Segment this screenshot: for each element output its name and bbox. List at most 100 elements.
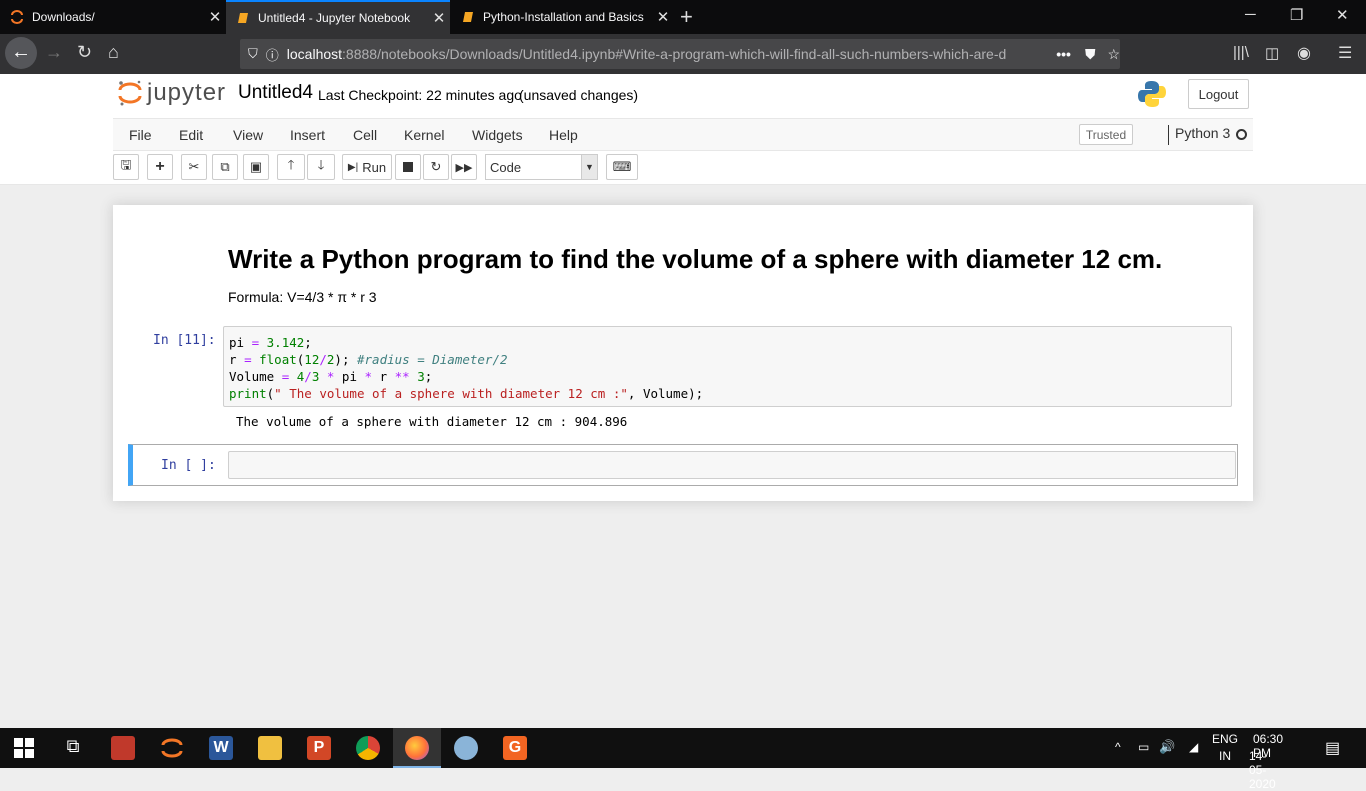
unsaved-status: (unsaved changes) [519,87,639,103]
logout-button[interactable]: Logout [1188,79,1249,109]
jupyter-icon [10,10,24,24]
move-down-button[interactable]: 🡓 [307,154,335,180]
chevron-up-icon[interactable]: ^ [1115,740,1121,754]
sidebar-icon[interactable]: ◫ [1265,44,1279,62]
url-path: :8888/notebooks/Downloads/Untitled4.ipyn… [342,46,1007,62]
fast-forward-icon: ▶▶ [455,161,473,174]
code-cell-input[interactable]: pi = 3.142; r = float(12/2); #radius = D… [223,326,1232,407]
kernel-idle-icon [1236,129,1247,140]
run-label: Run [362,159,387,175]
notebook-container: Write a Python program to find the volum… [113,205,1253,501]
cut-button[interactable]: ✂ [181,154,207,180]
browser-nav-bar: ← → ↻ ⌂ ⛉ ⓘ localhost :8888/notebooks/Do… [0,34,1366,74]
menu-icon[interactable]: ☰ [1338,43,1352,63]
menu-help[interactable]: Help [549,127,578,143]
trusted-button[interactable]: Trusted [1079,124,1133,145]
close-tab-icon[interactable]: ✕ [204,8,226,26]
shield-icon: ⛉ [248,46,258,61]
restart-button[interactable]: ↻ [423,154,449,180]
minimize-icon[interactable]: ─ [1245,6,1256,23]
new-tab-icon[interactable]: + [680,4,693,30]
language-top[interactable]: ENG [1212,732,1238,746]
restart-run-all-button[interactable]: ▶▶ [451,154,477,180]
keyboard-icon: ⌨ [612,159,632,174]
code-line: Volume = 4/3 * pi * r ** 3; [229,369,433,384]
jupyter-logo[interactable]: jupyter [117,79,226,107]
selected-code-cell[interactable]: In [ ]: [128,444,1238,486]
windows-taskbar: ⧉ W P G ^ ▭ 🔊 ◢ ENG IN 06:30 PM 14-05-20… [0,728,1366,791]
account-icon[interactable]: ◉ [1297,43,1311,63]
language-bottom[interactable]: IN [1219,749,1231,763]
notebook-name[interactable]: Untitled4 [238,82,313,104]
kernel-name[interactable]: Python 3 [1168,125,1230,145]
page-actions-icon[interactable]: ••• [1056,46,1071,62]
copy-button[interactable]: ⧉ [212,154,238,180]
menu-widgets[interactable]: Widgets [472,127,523,143]
chevron-down-icon: ▼ [581,155,597,179]
code-line: print(" The volume of a sphere with diam… [229,386,704,401]
url-bar[interactable]: ⛉ ⓘ localhost :8888/notebooks/Downloads/… [240,39,1120,69]
file-explorer-icon[interactable] [258,736,282,760]
menu-view[interactable]: View [233,127,263,143]
paste-button[interactable]: ▣ [243,154,269,180]
browser-tab-bar: Downloads/ ✕ Untitled4 - Jupyter Noteboo… [0,0,1366,34]
input-prompt: In [ ]: [161,458,216,473]
app-icon-1[interactable] [111,736,135,760]
tab-title: Downloads/ [32,10,95,24]
code-line: r = float(12/2); #radius = Diameter/2 [229,352,508,367]
tab-downloads[interactable]: Downloads/ ✕ [0,0,226,34]
library-icon[interactable]: |||\ [1233,44,1249,61]
close-tab-icon[interactable]: ✕ [652,8,674,26]
firefox-icon[interactable] [405,736,429,760]
menu-edit[interactable]: Edit [179,127,203,143]
app-icon-2[interactable] [454,736,478,760]
word-icon[interactable]: W [209,736,233,760]
arrow-up-icon: 🡑 [287,157,295,172]
volume-icon[interactable]: 🔊 [1159,739,1175,755]
menu-file[interactable]: File [129,127,152,143]
menu-cell[interactable]: Cell [353,127,377,143]
code-cell-input[interactable] [228,451,1236,479]
restore-icon[interactable]: ❐ [1290,6,1303,24]
arrow-down-icon: 🡓 [317,157,325,172]
bookmark-star-icon[interactable]: ☆ [1107,46,1120,63]
close-tab-icon[interactable]: ✕ [428,9,450,27]
app-icon-3[interactable]: G [503,736,527,760]
powerpoint-icon[interactable]: P [307,736,331,760]
menu-bar: File Edit View Insert Cell Kernel Widget… [113,118,1253,151]
back-icon[interactable]: ← [5,37,37,69]
tab-title: Python-Installation and Basics [483,10,644,24]
insert-cell-button[interactable]: + [147,154,173,180]
plus-icon: + [155,158,165,175]
chrome-icon[interactable] [356,736,380,760]
jupyter-header: jupyter Untitled4 Last Checkpoint: 22 mi… [0,74,1366,185]
scissors-icon: ✂ [188,159,200,174]
jupyter-taskbar-icon[interactable] [160,736,184,760]
forward-icon[interactable]: → [45,42,63,63]
pocket-icon[interactable]: ⛊ [1085,46,1096,63]
window-close-icon[interactable]: ✕ [1336,6,1349,24]
markdown-formula: Formula: V=4/3 * π * r 3 [228,289,377,305]
menu-insert[interactable]: Insert [290,127,325,143]
checkpoint-status: Last Checkpoint: 22 minutes ago [318,87,522,103]
cell-output: The volume of a sphere with diameter 12 … [236,414,628,429]
task-view-icon[interactable]: ⧉ [61,736,85,760]
run-button[interactable]: ▶| Run [342,154,392,180]
interrupt-button[interactable] [395,154,421,180]
tab-untitled4[interactable]: Untitled4 - Jupyter Notebook ✕ [226,0,450,34]
menu-kernel[interactable]: Kernel [404,127,444,143]
notifications-icon[interactable]: ▤ [1325,738,1340,758]
tab-python-installation[interactable]: Python-Installation and Basics ✕ [451,0,674,34]
clock-date[interactable]: 14-05-2020 [1249,749,1276,791]
reload-icon[interactable]: ↻ [77,42,92,63]
cell-type-select[interactable]: Code ▼ [485,154,598,180]
refresh-icon: ↻ [430,159,442,174]
home-icon[interactable]: ⌂ [108,42,119,63]
battery-icon[interactable]: ▭ [1138,740,1149,754]
move-up-button[interactable]: 🡑 [277,154,305,180]
copy-icon: ⧉ [220,159,230,174]
wifi-icon[interactable]: ◢ [1189,740,1198,754]
windows-start-icon[interactable] [14,738,38,762]
command-palette-button[interactable]: ⌨ [606,154,638,180]
save-button[interactable]: 🖫 [113,154,139,180]
